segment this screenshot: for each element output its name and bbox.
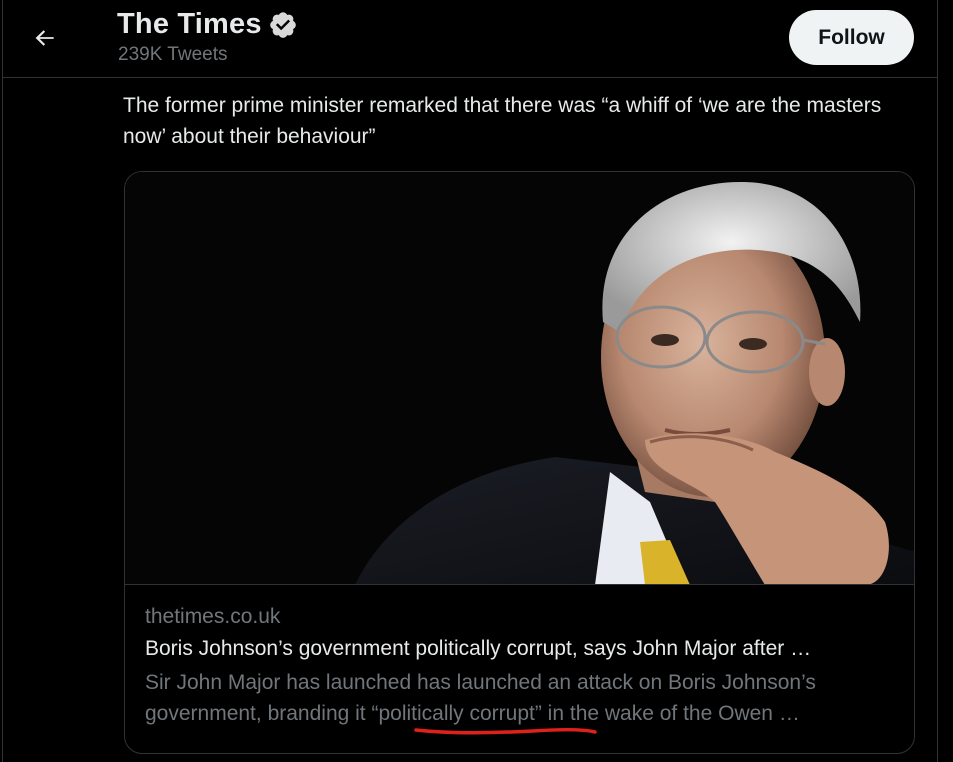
tweet-text: The former prime minister remarked that … [123,94,882,148]
arrow-left-icon [35,30,54,46]
card-image [125,172,914,585]
account-name: The Times [117,8,262,40]
verified-badge-icon [268,10,298,40]
card-body: thetimes.co.uk Boris Johnson’s governmen… [145,605,895,735]
tweet-page: The Times 239K Tweets Follow The former … [2,0,938,762]
profile-header: The Times 239K Tweets Follow [3,0,937,78]
card-domain: thetimes.co.uk [145,605,281,628]
title-row: The Times [117,8,298,41]
card-description: Sir John Major has launched has launched… [145,667,895,735]
card-description-line-1: Sir John Major has launched has launched… [145,671,816,694]
follow-button[interactable]: Follow [789,10,914,65]
tweet-count: 239K Tweets [118,44,228,65]
link-card[interactable]: thetimes.co.uk Boris Johnson’s governmen… [124,171,915,754]
card-headline: Boris Johnson’s government politically c… [145,637,812,660]
portrait-photo [125,172,914,584]
back-button[interactable] [25,18,65,58]
red-underline-annotation [414,727,597,735]
